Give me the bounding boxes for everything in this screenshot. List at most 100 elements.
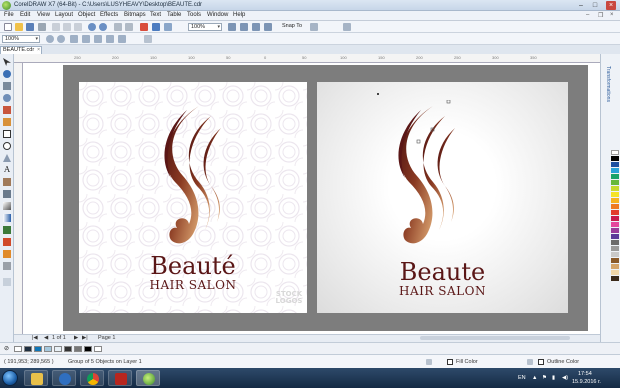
palette-swatch[interactable]	[611, 174, 619, 179]
app-launcher-icon[interactable]	[152, 23, 160, 31]
volume-icon[interactable]: ◀)	[562, 375, 568, 381]
menu-object[interactable]: Object	[78, 12, 95, 18]
palette-swatch[interactable]	[611, 198, 619, 203]
last-page-button[interactable]: ▶|	[82, 335, 88, 341]
menu-edit[interactable]: Edit	[20, 12, 30, 18]
welcome-screen-icon[interactable]	[164, 23, 172, 31]
pick-tool-icon[interactable]	[3, 58, 11, 66]
palette-swatch[interactable]	[611, 240, 619, 245]
ellipse-tool-icon[interactable]	[3, 142, 11, 150]
palette-swatch[interactable]	[44, 346, 52, 352]
palette-swatch[interactable]	[94, 346, 102, 352]
options-gear-icon[interactable]	[310, 23, 318, 31]
menu-text[interactable]: Text	[150, 12, 161, 18]
outline-pen-tool-icon[interactable]	[3, 262, 11, 270]
horizontal-scrollbar[interactable]	[420, 336, 570, 340]
palette-swatch[interactable]	[611, 270, 619, 275]
doc-close-icon[interactable]: ×	[610, 12, 614, 18]
paste-icon[interactable]	[74, 23, 82, 31]
hair-swirl-logo-selected-icon[interactable]	[387, 100, 467, 260]
import-icon[interactable]	[114, 23, 122, 31]
palette-swatch[interactable]	[611, 192, 619, 197]
crop-tool-icon[interactable]	[3, 82, 11, 90]
palette-swatch[interactable]	[611, 162, 619, 167]
palette-swatch[interactable]	[611, 168, 619, 173]
parallel-dimension-tool-icon[interactable]	[3, 178, 11, 186]
zoom-in-icon[interactable]	[46, 35, 54, 43]
fill-swatch[interactable]	[447, 359, 453, 365]
export-icon[interactable]	[125, 23, 133, 31]
clock-date[interactable]: 15.9.2016 г.	[572, 379, 601, 385]
task-filezilla[interactable]	[108, 370, 132, 386]
freehand-tool-icon[interactable]	[3, 106, 11, 114]
shape-tool-icon[interactable]	[3, 70, 11, 78]
page-tab[interactable]: Page 1	[98, 335, 115, 341]
launch-dropdown-icon[interactable]	[343, 23, 351, 31]
menu-file[interactable]: File	[4, 12, 14, 18]
redo-icon[interactable]	[99, 23, 107, 31]
drop-shadow-tool-icon[interactable]	[3, 202, 11, 210]
palette-swatch[interactable]	[611, 210, 619, 215]
task-media-player[interactable]	[52, 370, 76, 386]
palette-swatch[interactable]	[74, 346, 82, 352]
palette-swatch[interactable]	[611, 264, 619, 269]
menu-window[interactable]: Window	[207, 12, 228, 18]
snap-to-dropdown[interactable]: Snap To	[282, 23, 302, 29]
show-rulers-icon[interactable]	[240, 23, 248, 31]
palette-swatch[interactable]	[64, 346, 72, 352]
doc-minimize-icon[interactable]: –	[586, 12, 589, 18]
add-toolbar-icon[interactable]	[144, 35, 152, 43]
add-tool-icon[interactable]	[3, 278, 11, 286]
zoom-out-icon[interactable]	[57, 35, 65, 43]
zoom-level-select[interactable]: 100% ▾	[188, 23, 222, 31]
undo-icon[interactable]	[88, 23, 96, 31]
palette-swatch[interactable]	[24, 346, 32, 352]
new-document-icon[interactable]	[4, 23, 12, 31]
clock-time[interactable]: 17:54	[578, 371, 592, 377]
first-page-button[interactable]: |◀	[32, 335, 38, 341]
minimize-button[interactable]: –	[576, 1, 586, 10]
palette-swatch[interactable]	[611, 252, 619, 257]
artboard-right[interactable]: Beaute HAIR SALON	[317, 82, 568, 313]
palette-swatch[interactable]	[54, 346, 62, 352]
smart-fill-tool-icon[interactable]	[3, 250, 11, 258]
task-chrome[interactable]	[80, 370, 104, 386]
zoom-to-height-icon[interactable]	[118, 35, 126, 43]
palette-swatch[interactable]	[611, 246, 619, 251]
palette-swatch[interactable]	[611, 150, 619, 155]
previous-page-button[interactable]: ◀	[44, 335, 48, 341]
no-color-icon[interactable]: ⊘	[4, 345, 9, 352]
connector-tool-icon[interactable]	[3, 190, 11, 198]
menu-layout[interactable]: Layout	[55, 12, 73, 18]
network-icon[interactable]: ▮	[552, 375, 555, 381]
polygon-tool-icon[interactable]	[3, 154, 11, 162]
publish-pdf-icon[interactable]	[140, 23, 148, 31]
doc-restore-icon[interactable]: ❐	[598, 12, 603, 19]
close-tab-icon[interactable]: ×	[37, 47, 40, 53]
flag-icon[interactable]: ⚑	[542, 375, 547, 381]
menu-tools[interactable]: Tools	[187, 12, 201, 18]
palette-swatch[interactable]	[611, 180, 619, 185]
open-folder-icon[interactable]	[15, 23, 23, 31]
vertical-ruler[interactable]	[14, 63, 23, 334]
palette-swatch[interactable]	[611, 216, 619, 221]
show-grid-icon[interactable]	[252, 23, 260, 31]
palette-swatch[interactable]	[611, 222, 619, 227]
zoom-to-width-icon[interactable]	[106, 35, 114, 43]
zoom-to-page-icon[interactable]	[94, 35, 102, 43]
palette-swatch[interactable]	[84, 346, 92, 352]
zoom-tool-icon[interactable]	[3, 94, 11, 102]
maximize-button[interactable]: □	[590, 1, 600, 10]
next-page-button[interactable]: ▶	[74, 335, 78, 341]
transparency-tool-icon[interactable]	[3, 214, 11, 222]
start-button[interactable]	[2, 370, 18, 386]
menu-effects[interactable]: Effects	[100, 12, 118, 18]
palette-swatch[interactable]	[611, 204, 619, 209]
menu-view[interactable]: View	[37, 12, 50, 18]
palette-swatch[interactable]	[611, 186, 619, 191]
palette-swatch[interactable]	[14, 346, 22, 352]
print-icon[interactable]	[38, 23, 46, 31]
palette-swatch[interactable]	[611, 234, 619, 239]
text-tool-icon[interactable]: A	[3, 166, 11, 174]
rectangle-tool-icon[interactable]	[3, 130, 11, 138]
